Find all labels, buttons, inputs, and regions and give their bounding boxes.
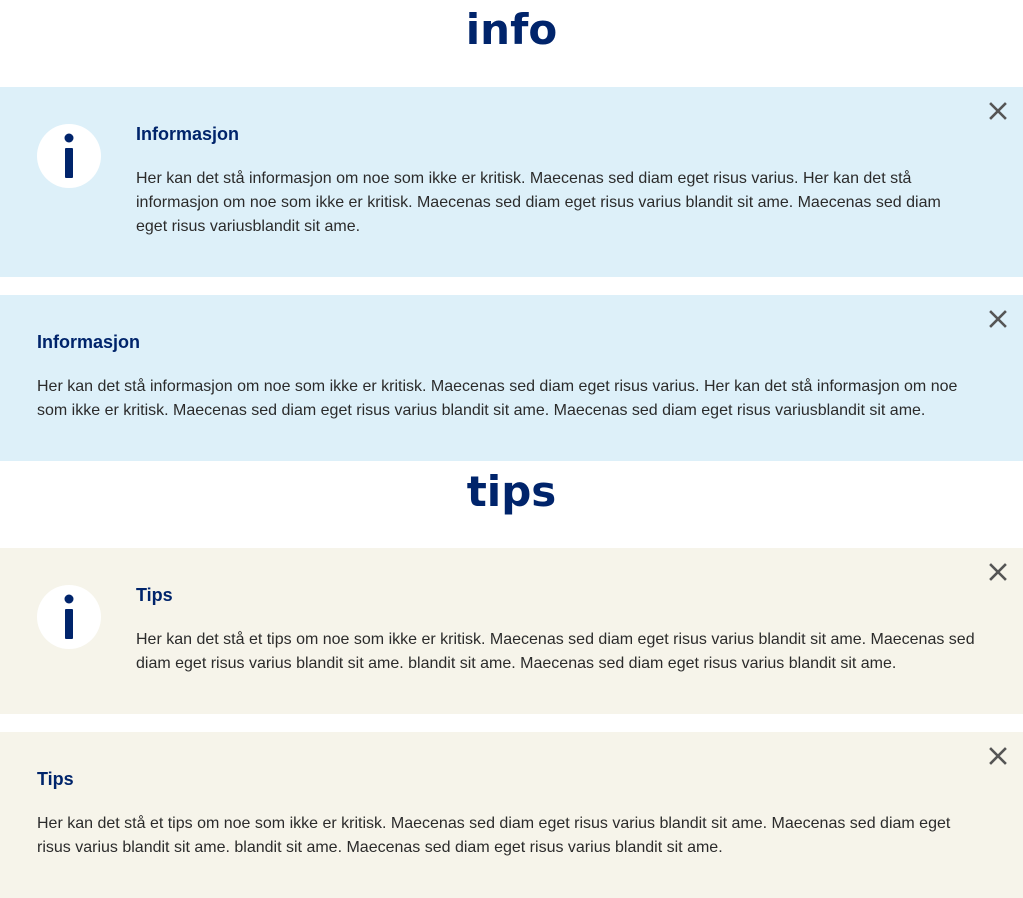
close-button[interactable] xyxy=(987,561,1009,583)
alert-title: Informasjon xyxy=(136,124,240,144)
alert-title: Tips xyxy=(37,769,74,789)
close-icon xyxy=(989,102,1007,120)
tips-alert-with-icon: Tips Her kan det stå et tips om noe som … xyxy=(0,548,1023,714)
alert-body: Her kan det stå informasjon om noe som i… xyxy=(37,378,958,419)
alert-title: Tips xyxy=(136,585,173,605)
close-icon xyxy=(989,310,1007,328)
tips-alert: Tips Her kan det stå et tips om noe som … xyxy=(0,732,1023,898)
info-icon xyxy=(37,585,101,649)
section-heading-tips: tips xyxy=(466,467,557,516)
info-alert: Informasjon Her kan det stå informasjon … xyxy=(0,295,1023,461)
close-icon xyxy=(989,563,1007,581)
info-alert-with-icon: Informasjon Her kan det stå informasjon … xyxy=(0,87,1023,277)
section-heading-info: info xyxy=(465,5,558,54)
alert-body: Her kan det stå et tips om noe som ikke … xyxy=(37,815,951,856)
info-icon xyxy=(37,124,101,188)
alert-body: Her kan det stå et tips om noe som ikke … xyxy=(136,631,975,672)
alert-body: Her kan det stå informasjon om noe som i… xyxy=(136,170,941,235)
close-button[interactable] xyxy=(987,308,1009,330)
alert-title: Informasjon xyxy=(37,332,141,352)
close-button[interactable] xyxy=(987,745,1009,767)
close-button[interactable] xyxy=(987,100,1009,122)
close-icon xyxy=(989,747,1007,765)
